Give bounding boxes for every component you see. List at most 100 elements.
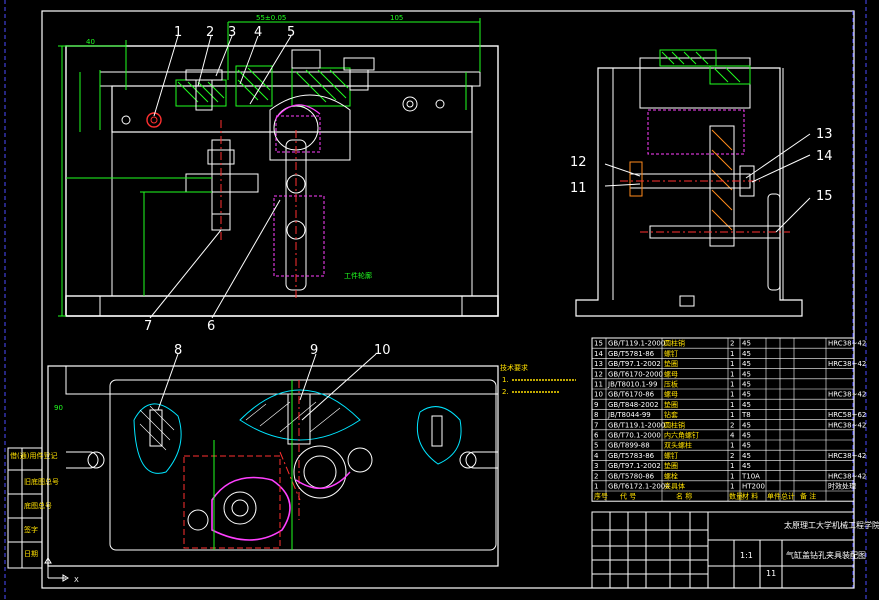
parts-row-code: GB/T97.1-2002 [608, 360, 661, 368]
callout-1: 1 [174, 25, 182, 40]
parts-row-no: 12 [594, 370, 603, 378]
callout-8: 8 [174, 343, 182, 358]
parts-row-name: 圆柱销 [664, 339, 685, 348]
parts-row-code: GB/T848-2002 [608, 401, 659, 409]
parts-header-cell: 名 称 [676, 492, 692, 501]
parts-row-no: 6 [594, 432, 599, 440]
parts-row-no: 2 [594, 472, 598, 480]
parts-row-no: 13 [594, 360, 603, 368]
parts-header-cell: 备 注 [800, 492, 816, 501]
parts-row-name: 螺母 [664, 390, 678, 399]
parts-row-no: 14 [594, 350, 603, 358]
parts-header-cell: 总计 [781, 492, 795, 501]
parts-row-no: 5 [594, 442, 598, 450]
parts-header-cell: 序号 [594, 492, 608, 501]
parts-row-no: 10 [594, 391, 603, 399]
cad-drawing-canvas: 借(通)用件登记 旧底图总号 底图总号 签字 日期 X 40 55±0.05 1… [4, 0, 879, 600]
title-block: 太原理工大学机械工程学院 气缸盖钻孔夹具装配图 1:1 11 [591, 511, 879, 589]
parts-row-no: 4 [594, 452, 599, 460]
callout-12: 12 [570, 155, 587, 170]
parts-row-qty: 1 [730, 442, 734, 450]
parts-row-code: JB/T8010.1-99 [607, 381, 657, 389]
technical-notes: 技术要求 1. 2. [500, 363, 576, 396]
parts-row-qty: 2 [730, 452, 734, 460]
callout-6: 6 [207, 319, 215, 334]
parts-row-code: GB/T70.1-2000 [608, 432, 661, 440]
parts-row-mat: 45 [742, 432, 751, 440]
callout-15: 15 [816, 189, 833, 204]
parts-row-qty: 1 [730, 381, 734, 389]
left-strip-label-2: 旧底图总号 [24, 477, 59, 486]
svg-text:55±0.05: 55±0.05 [256, 14, 286, 22]
callout-13: 13 [816, 127, 833, 142]
parts-row-qty: 1 [730, 472, 734, 480]
ucs-icon: X [44, 557, 79, 584]
svg-text:90: 90 [54, 404, 63, 412]
parts-row-mat: T8 [741, 411, 751, 419]
callout-5: 5 [287, 25, 295, 40]
parts-row-note: HRC38~42 [828, 391, 866, 399]
parts-row-name: 圆柱销 [664, 420, 685, 429]
parts-row-mat: 45 [742, 391, 751, 399]
parts-row-code: GB/T5783-86 [608, 452, 655, 460]
parts-row-qty: 1 [730, 462, 734, 470]
parts-row-mat: 45 [742, 401, 751, 409]
parts-row-note: HRC38~42 [828, 360, 866, 368]
callout-4: 4 [254, 25, 262, 40]
parts-row-mat: 45 [742, 421, 751, 429]
parts-row-qty: 2 [730, 340, 734, 348]
parts-row-code: GB/T5780-86 [608, 472, 655, 480]
parts-row-note: HRC38~42 [828, 452, 866, 460]
left-strip-label-4: 签字 [24, 525, 38, 534]
callout-9: 9 [310, 343, 318, 358]
parts-row-code: GB/T119.1-2000 [608, 340, 665, 348]
parts-row-mat: T10A [741, 472, 760, 480]
notes-line-2: 2. [502, 388, 509, 396]
front-view: 40 55±0.05 105 工件轮廓 [58, 14, 499, 317]
parts-row-no: 1 [594, 483, 598, 491]
parts-row-name: 螺栓 [664, 471, 678, 480]
parts-row-mat: 45 [742, 442, 751, 450]
side-view [575, 49, 803, 317]
parts-row-no: 7 [594, 421, 598, 429]
parts-row-name: 双头螺柱 [664, 441, 692, 450]
parts-row-code: GB/T5781-86 [608, 350, 655, 358]
parts-row-qty: 1 [730, 350, 734, 358]
callout-3: 3 [228, 25, 236, 40]
callout-10: 10 [374, 343, 391, 358]
callout-14: 14 [816, 149, 833, 164]
title-scale: 1:1 [740, 551, 753, 560]
parts-row-qty: 1 [730, 411, 734, 419]
svg-text:X: X [74, 576, 79, 584]
parts-row-qty: 1 [730, 483, 734, 491]
title-drawing-name: 气缸盖钻孔夹具装配图 [786, 550, 866, 560]
parts-row-mat: 45 [742, 350, 751, 358]
parts-row-code: JB/T8044-99 [607, 411, 651, 419]
parts-row-no: 15 [594, 340, 603, 348]
parts-row-qty: 4 [730, 432, 735, 440]
parts-row-qty: 2 [730, 421, 734, 429]
top-view: 90 [47, 365, 499, 567]
parts-row-name: 压板 [664, 380, 678, 389]
parts-row-code: GB/T899-88 [608, 442, 650, 450]
callouts-top-view: 8 9 10 [157, 343, 391, 421]
left-strip-label-5: 日期 [24, 550, 38, 558]
svg-text:工件轮廓: 工件轮廓 [344, 271, 372, 280]
left-info-strip: 借(通)用件登记 旧底图总号 底图总号 签字 日期 [7, 447, 59, 569]
parts-row-no: 8 [594, 411, 598, 419]
parts-row-mat: 45 [742, 360, 751, 368]
parts-row-name: 垫圈 [664, 359, 678, 368]
parts-row-mat: 45 [742, 462, 751, 470]
parts-header-cell: 代 号 [620, 492, 636, 501]
parts-row-mat: 45 [742, 370, 751, 378]
parts-row-no: 9 [594, 401, 598, 409]
parts-row-mat: 45 [742, 452, 751, 460]
parts-row-no: 11 [594, 381, 603, 389]
parts-header-cell: 数量 [729, 492, 743, 501]
parts-row-qty: 1 [730, 401, 734, 409]
parts-row-mat: HT200 [742, 483, 765, 491]
parts-row-name: 螺钉 [664, 451, 678, 460]
callouts-front-view: 1 2 3 4 5 6 7 [144, 25, 295, 334]
parts-row-name: 螺钉 [664, 349, 678, 358]
parts-row-name: 夹具体 [664, 482, 685, 491]
